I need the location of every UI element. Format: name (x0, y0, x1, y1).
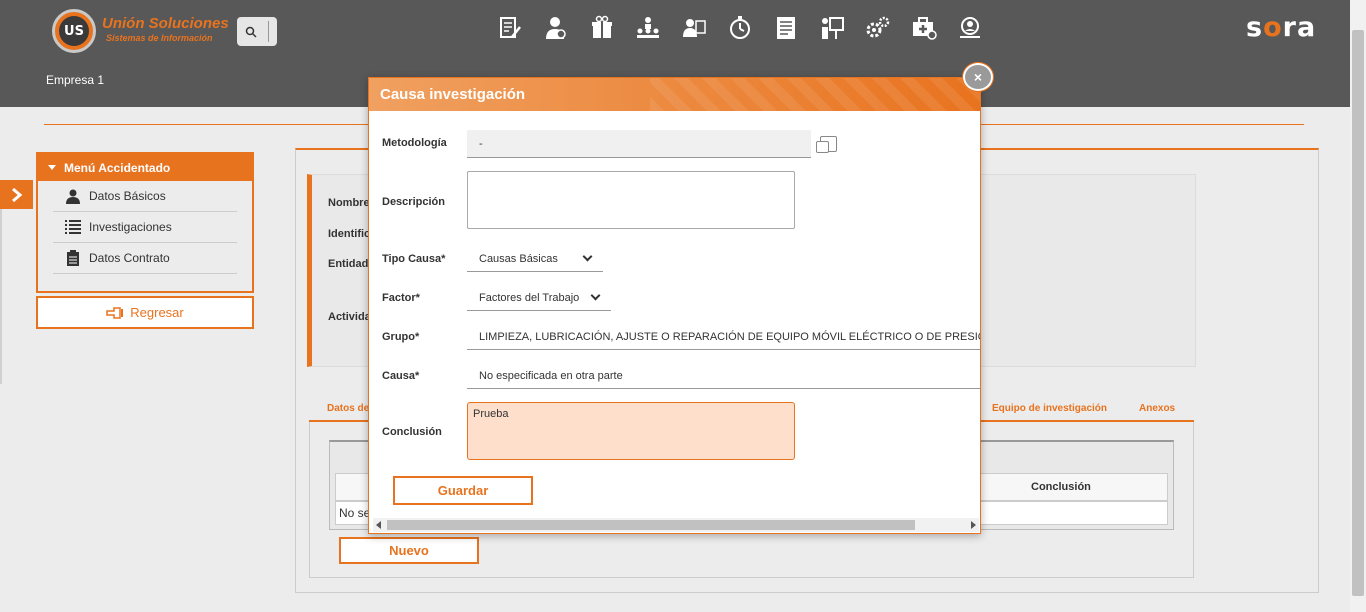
tab-equipo-investigacion[interactable]: Equipo de investigación (992, 403, 1107, 414)
medkit-icon[interactable] (901, 13, 947, 43)
info-label-nombre: Nombre (328, 197, 370, 209)
scroll-right-icon[interactable] (971, 521, 976, 529)
module-nav (487, 13, 993, 43)
tipo-causa-select[interactable]: Causas Básicas (467, 246, 603, 272)
table-empty-text: No se (339, 506, 371, 520)
modal-scrollbar-thumb[interactable] (387, 520, 915, 530)
new-button[interactable]: Nuevo (339, 537, 479, 564)
close-modal-button[interactable]: × (963, 63, 993, 91)
close-icon: × (973, 69, 983, 85)
modal-header: Causa investigación (369, 78, 980, 111)
logo-badge-text: US (59, 16, 89, 46)
hand-point-left-icon (106, 306, 124, 319)
scroll-left-icon[interactable] (376, 521, 381, 529)
back-button[interactable]: Regresar (36, 296, 254, 329)
conclusion-textarea[interactable]: Prueba (467, 402, 795, 460)
gears-icon[interactable] (855, 13, 901, 43)
tipo-causa-label: Tipo Causa* (382, 253, 446, 265)
user-shield-icon[interactable] (533, 13, 579, 43)
causa-field[interactable]: No especificada en otra parte (467, 363, 980, 389)
info-label-identificacion: Identific (328, 228, 371, 240)
accident-menu: Menú Accidentado Datos Básicos Investiga… (36, 152, 254, 293)
menu-item-label: Datos Básicos (89, 189, 166, 203)
metodologia-field[interactable]: - (467, 130, 811, 158)
conclusion-label: Conclusión (382, 426, 442, 438)
document-edit-icon[interactable] (487, 13, 533, 43)
tab-datos[interactable]: Datos de (327, 403, 369, 414)
side-strip (0, 209, 2, 384)
tipo-causa-value: Causas Básicas (479, 252, 558, 265)
info-label-entidad: Entidad (328, 258, 369, 270)
accident-menu-title: Menú Accidentado (64, 160, 171, 175)
clipboard-icon (65, 250, 81, 266)
descripcion-label: Descripción (382, 196, 445, 208)
causa-label: Causa* (382, 370, 420, 382)
search-icon (245, 26, 257, 38)
back-button-label: Regresar (130, 305, 184, 320)
cause-modal: Causa investigación Metodología - Descri… (368, 77, 981, 534)
logo-subtitle: Sistemas de Información (106, 33, 213, 43)
menu-item-datos-basicos[interactable]: Datos Básicos (53, 181, 237, 212)
chevron-right-icon (11, 187, 22, 202)
org-chart-icon[interactable] (625, 13, 671, 43)
chevron-down-icon (582, 251, 593, 262)
table-header-conclusion[interactable]: Conclusión (1031, 481, 1091, 493)
stopwatch-icon[interactable] (717, 13, 763, 43)
factor-label: Factor* (382, 292, 420, 304)
open-window-icon[interactable] (816, 136, 837, 153)
gift-icon[interactable] (579, 13, 625, 43)
info-label-actividad: Activida (328, 311, 371, 323)
menu-item-label: Datos Contrato (89, 251, 170, 265)
tab-anexos[interactable]: Anexos (1139, 403, 1175, 414)
page-scrollbar[interactable] (1350, 0, 1366, 612)
logo-title: Unión Soluciones (102, 15, 229, 32)
logo-badge: US (52, 9, 96, 53)
menu-item-label: Investigaciones (89, 220, 172, 234)
grupo-label: Grupo* (382, 331, 420, 343)
presentation-icon[interactable] (809, 13, 855, 43)
chevron-down-icon (590, 290, 601, 301)
search-people-icon[interactable] (947, 13, 993, 43)
brand-logo: sora (1246, 12, 1317, 43)
form-list-icon[interactable] (763, 13, 809, 43)
user-assign-icon[interactable] (671, 13, 717, 43)
menu-item-datos-contrato[interactable]: Datos Contrato (53, 243, 237, 274)
user-icon (65, 188, 81, 204)
grupo-field[interactable]: LIMPIEZA, LUBRICACIÓN, AJUSTE O REPARACI… (467, 324, 980, 350)
company-name: Empresa 1 (46, 73, 105, 87)
modal-horizontal-scrollbar[interactable] (373, 518, 979, 532)
menu-item-investigaciones[interactable]: Investigaciones (53, 212, 237, 243)
metodologia-label: Metodología (382, 137, 447, 149)
caret-down-icon (48, 165, 56, 170)
factor-select[interactable]: Factores del Trabajo (467, 285, 611, 311)
company-logo[interactable]: US Unión Soluciones Sistemas de Informac… (52, 9, 229, 53)
search-button[interactable] (237, 17, 277, 46)
save-button[interactable]: Guardar (393, 476, 533, 505)
descripcion-textarea[interactable] (467, 171, 795, 229)
list-icon (65, 219, 81, 235)
accident-menu-header[interactable]: Menú Accidentado (38, 154, 252, 181)
modal-title: Causa investigación (380, 86, 526, 103)
side-panel-toggle[interactable] (0, 180, 33, 209)
page-scrollbar-thumb[interactable] (1352, 30, 1364, 596)
factor-value: Factores del Trabajo (479, 291, 580, 304)
